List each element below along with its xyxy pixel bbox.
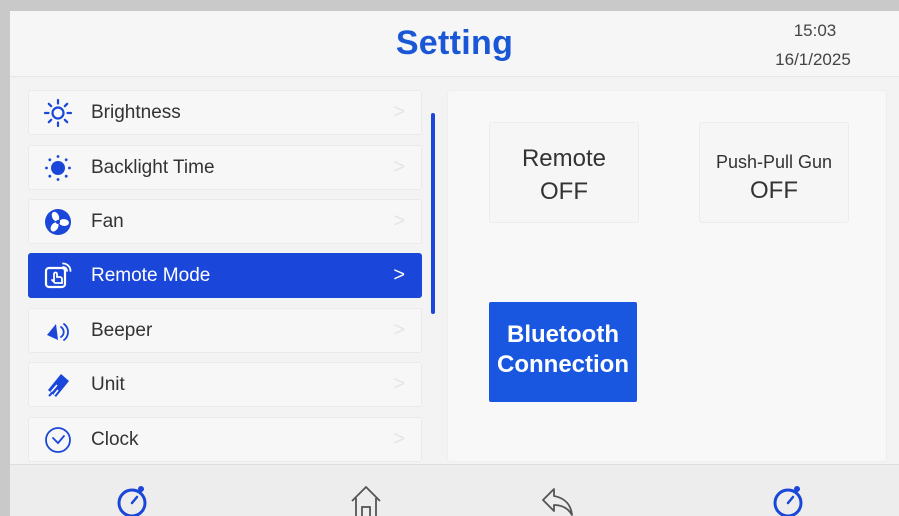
bluetooth-label-line1: Bluetooth bbox=[507, 321, 619, 348]
menu-item-label: Clock bbox=[91, 429, 139, 450]
status-date: 16/1/2025 bbox=[775, 50, 851, 69]
gauge-left-icon[interactable] bbox=[114, 483, 150, 516]
chevron-right-icon: > bbox=[393, 101, 405, 123]
remote-title: Remote bbox=[521, 145, 607, 172]
fan-icon bbox=[45, 209, 71, 235]
push-pull-gun-toggle-tile[interactable]: Push-Pull Gun OFF bbox=[699, 122, 849, 223]
speaker-icon bbox=[47, 323, 69, 341]
menu-item-label: Beeper bbox=[91, 320, 153, 341]
home-icon[interactable] bbox=[348, 483, 384, 516]
header-bar: Setting 15:03 16/1/2025 bbox=[10, 11, 899, 77]
menu-item-unit[interactable]: Unit > bbox=[28, 362, 422, 407]
chevron-right-icon: > bbox=[393, 428, 405, 450]
backlight-icon bbox=[45, 155, 71, 181]
menu-item-clock[interactable]: Clock > bbox=[28, 417, 422, 462]
menu-item-label: Remote Mode bbox=[91, 265, 211, 286]
remote-state: OFF bbox=[540, 178, 588, 205]
menu-item-label: Unit bbox=[91, 374, 125, 395]
menu-item-label: Brightness bbox=[91, 102, 181, 123]
chevron-right-icon: > bbox=[393, 264, 405, 286]
menu-item-beeper[interactable]: Beeper > bbox=[28, 308, 422, 353]
sun-icon bbox=[43, 98, 73, 128]
chevron-right-icon: > bbox=[393, 156, 405, 178]
back-icon[interactable] bbox=[540, 483, 576, 516]
bluetooth-label-line2: Connection bbox=[497, 351, 629, 378]
chevron-right-icon: > bbox=[393, 319, 405, 341]
menu-item-brightness[interactable]: Brightness > bbox=[28, 90, 422, 135]
chevron-right-icon: > bbox=[393, 210, 405, 232]
bluetooth-connection-button[interactable]: Bluetooth Connection bbox=[489, 302, 637, 402]
menu-item-fan[interactable]: Fan > bbox=[28, 199, 422, 244]
footer-nav bbox=[10, 464, 899, 516]
status-time: 15:03 bbox=[793, 21, 837, 40]
push-pull-gun-state: OFF bbox=[750, 177, 798, 204]
menu-item-label: Fan bbox=[91, 211, 124, 232]
menu-item-remote-mode[interactable]: Remote Mode > bbox=[28, 253, 422, 298]
remote-touch-icon bbox=[44, 262, 72, 289]
menu-scrollbar[interactable] bbox=[431, 113, 435, 314]
chevron-right-icon: > bbox=[393, 373, 405, 395]
gauge-right-icon[interactable] bbox=[770, 483, 806, 516]
menu-item-label: Backlight Time bbox=[91, 157, 215, 178]
menu-item-backlight-time[interactable]: Backlight Time > bbox=[28, 145, 422, 190]
ruler-icon bbox=[48, 374, 69, 397]
remote-toggle-tile[interactable]: Remote OFF bbox=[489, 122, 639, 223]
push-pull-gun-title: Push-Pull Gun bbox=[715, 152, 833, 172]
settings-screen: Setting 15:03 16/1/2025 Brightness > Bac… bbox=[10, 11, 899, 516]
clock-icon bbox=[45, 427, 71, 453]
